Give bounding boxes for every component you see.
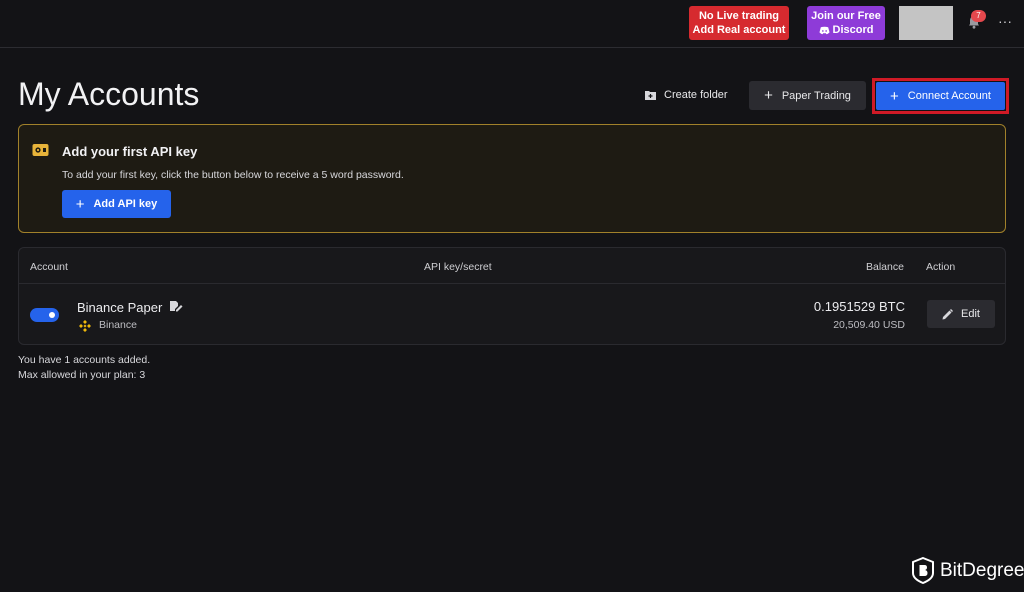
avatar[interactable] — [899, 6, 953, 40]
discord-line2-wrap: Discord — [818, 23, 874, 37]
account-name: Binance Paper — [77, 300, 163, 315]
api-key-icon — [32, 144, 49, 156]
banner-title: Add your first API key — [62, 144, 198, 159]
discord-icon — [818, 26, 830, 34]
column-action: Action — [926, 261, 956, 273]
plus-icon: + — [75, 195, 85, 213]
edit-label: Edit — [961, 308, 980, 320]
balance-usd: 20,509.40 USD — [833, 319, 905, 331]
create-folder-button[interactable]: Create folder — [634, 81, 740, 109]
accounts-table: Account API key/secret Balance Action Bi… — [18, 247, 1006, 345]
api-key-banner: Add your first API key To add your first… — [18, 124, 1006, 233]
create-folder-label: Create folder — [664, 89, 728, 101]
bitdegree-watermark: BitDegree — [912, 557, 1024, 584]
folder-plus-icon — [645, 91, 656, 100]
more-menu-icon[interactable]: ··· — [998, 14, 1014, 30]
account-enabled-toggle[interactable] — [30, 308, 59, 322]
binance-icon — [79, 320, 91, 332]
top-bar: No Live trading Add Real account Join ou… — [0, 0, 1024, 48]
discord-line2: Discord — [832, 24, 874, 36]
watermark-text: BitDegree — [940, 559, 1024, 581]
table-row: Binance Paper Binance 0.1951529 BTC 20,5… — [19, 285, 1005, 345]
plus-icon: + — [764, 87, 773, 104]
balance-btc: 0.1951529 BTC — [813, 299, 905, 314]
accounts-count-text: You have 1 accounts added. — [18, 354, 151, 366]
exchange-name: Binance — [99, 319, 137, 331]
banner-text: To add your first key, click the button … — [62, 169, 404, 181]
live-trading-line1: No Live trading — [698, 10, 780, 22]
column-account: Account — [30, 261, 68, 273]
paper-trading-button[interactable]: + Paper Trading — [749, 81, 866, 110]
column-api-key: API key/secret — [424, 261, 492, 273]
add-api-key-label: Add API key — [93, 198, 158, 210]
connect-account-button[interactable]: + Connect Account — [876, 82, 1005, 110]
paper-trading-label: Paper Trading — [781, 89, 851, 102]
add-api-key-button[interactable]: + Add API key — [62, 190, 171, 218]
column-balance: Balance — [866, 261, 904, 273]
pencil-icon — [942, 308, 954, 319]
page-title: My Accounts — [18, 76, 200, 112]
edit-account-button[interactable]: Edit — [927, 300, 995, 328]
accounts-summary: You have 1 accounts added. Max allowed i… — [18, 353, 150, 383]
discord-button[interactable]: Join our Free Discord — [807, 6, 885, 40]
bitdegree-logo-icon — [912, 557, 934, 584]
plus-icon: + — [890, 87, 899, 105]
notification-badge: 7 — [971, 10, 986, 22]
connect-account-label: Connect Account — [907, 90, 991, 102]
table-header: Account API key/secret Balance Action — [19, 248, 1005, 284]
edit-name-icon[interactable] — [170, 301, 183, 313]
live-trading-line2: Add Real account — [692, 24, 786, 36]
discord-line1: Join our Free — [811, 10, 881, 22]
add-real-account-button[interactable]: No Live trading Add Real account — [689, 6, 789, 40]
plan-limit-text: Max allowed in your plan: 3 — [18, 369, 146, 381]
toggle-knob — [49, 312, 55, 318]
